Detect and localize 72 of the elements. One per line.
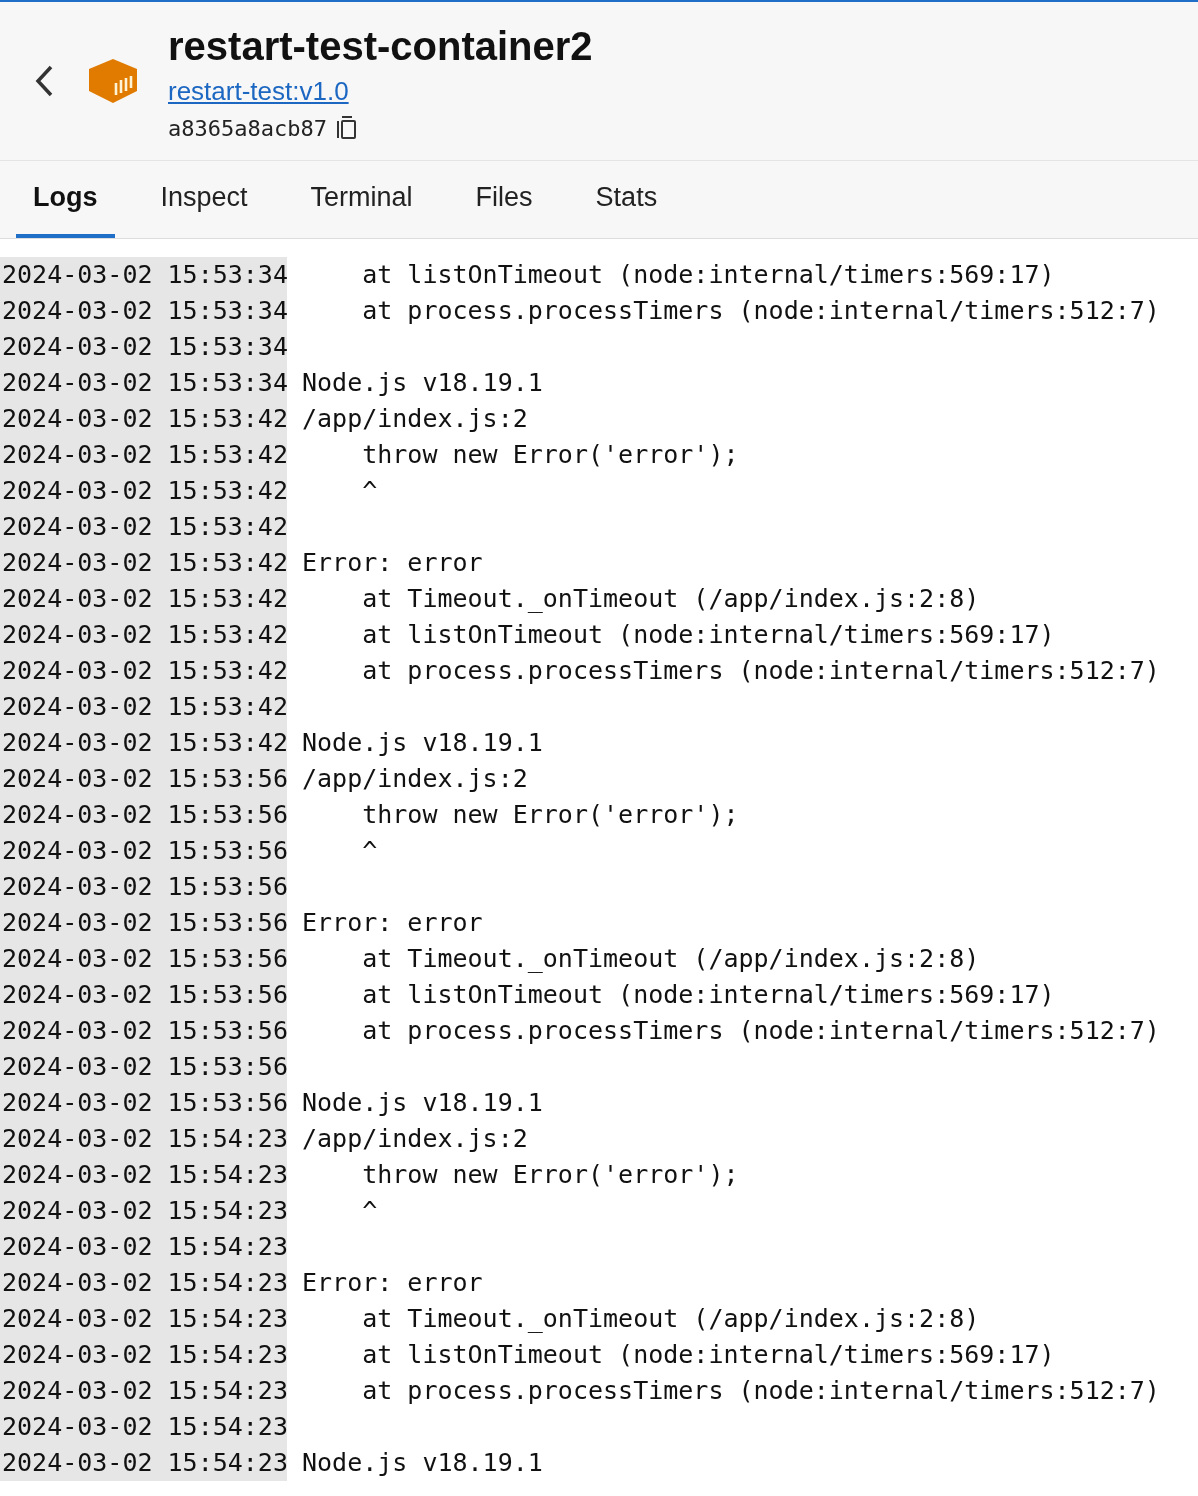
log-message: /app/index.js:2 bbox=[302, 1123, 528, 1155]
log-timestamp: 2024-03-02 15:53:34 bbox=[0, 257, 287, 293]
log-message: at Timeout._onTimeout (/app/index.js:2:8) bbox=[361, 943, 980, 975]
log-timestamp: 2024-03-02 15:53:42 bbox=[0, 653, 287, 689]
log-message: throw new Error('error'); bbox=[361, 1159, 739, 1191]
log-message: at process.processTimers (node:internal/timers:512:7) bbox=[361, 1375, 1160, 1407]
log-message: at process.processTimers (node:internal/timers:512:7) bbox=[361, 295, 1160, 327]
log-message: Node.js v18.19.1 bbox=[302, 367, 543, 399]
log-timestamp: 2024-03-02 15:53:56 bbox=[0, 941, 287, 977]
container-icon bbox=[88, 58, 138, 104]
log-message: at Timeout._onTimeout (/app/index.js:2:8) bbox=[361, 583, 980, 615]
log-timestamp: 2024-03-02 15:53:56 bbox=[0, 1049, 287, 1085]
tab[interactable]: Inspect bbox=[143, 161, 265, 238]
log-timestamp: 2024-03-02 15:53:42 bbox=[0, 545, 287, 581]
log-timestamp: 2024-03-02 15:53:42 bbox=[0, 581, 287, 617]
log-message: at Timeout._onTimeout (/app/index.js:2:8) bbox=[361, 1303, 980, 1335]
log-message: ^ bbox=[361, 835, 378, 867]
log-timestamp: 2024-03-02 15:53:42 bbox=[0, 725, 287, 761]
log-timestamp: 2024-03-02 15:53:56 bbox=[0, 1013, 287, 1049]
log-message: throw new Error('error'); bbox=[361, 439, 739, 471]
log-timestamp: 2024-03-02 15:53:56 bbox=[0, 869, 287, 905]
tab[interactable]: Files bbox=[458, 161, 550, 238]
log-message: ^ bbox=[361, 475, 378, 507]
log-timestamp: 2024-03-02 15:53:56 bbox=[0, 977, 287, 1013]
log-timestamp: 2024-03-02 15:53:42 bbox=[0, 437, 287, 473]
log-message: Node.js v18.19.1 bbox=[302, 1087, 543, 1119]
log-timestamp: 2024-03-02 15:54:23 bbox=[0, 1445, 287, 1481]
container-id: a8365a8acb87 bbox=[168, 115, 327, 141]
log-timestamp: 2024-03-02 15:53:56 bbox=[0, 833, 287, 869]
log-timestamp: 2024-03-02 15:53:34 bbox=[0, 365, 287, 401]
log-message: ^ bbox=[361, 1195, 378, 1227]
log-timestamp: 2024-03-02 15:54:23 bbox=[0, 1193, 287, 1229]
log-message: throw new Error('error'); bbox=[361, 799, 739, 831]
log-timestamp: 2024-03-02 15:54:23 bbox=[0, 1121, 287, 1157]
log-message: Error: error bbox=[302, 547, 483, 579]
log-message: at listOnTimeout (node:internal/timers:569:17) bbox=[361, 259, 1055, 291]
log-timestamp: 2024-03-02 15:54:23 bbox=[0, 1265, 287, 1301]
copy-icon[interactable] bbox=[336, 116, 357, 140]
log-message: Node.js v18.19.1 bbox=[302, 1447, 543, 1479]
log-message: at listOnTimeout (node:internal/timers:569:17) bbox=[361, 619, 1055, 651]
log-timestamp: 2024-03-02 15:54:23 bbox=[0, 1337, 287, 1373]
back-icon[interactable] bbox=[34, 64, 54, 98]
log-message: at process.processTimers (node:internal/timers:512:7) bbox=[361, 655, 1160, 687]
log-message: /app/index.js:2 bbox=[302, 403, 528, 435]
log-timestamp: 2024-03-02 15:53:34 bbox=[0, 293, 287, 329]
log-timestamp: 2024-03-02 15:54:23 bbox=[0, 1301, 287, 1337]
log-message: at process.processTimers (node:internal/timers:512:7) bbox=[361, 1015, 1160, 1047]
log-message: at listOnTimeout (node:internal/timers:569:17) bbox=[361, 979, 1055, 1011]
tab[interactable]: Stats bbox=[578, 161, 675, 238]
image-link[interactable]: restart-test:v1.0 bbox=[168, 69, 349, 112]
log-timestamp: 2024-03-02 15:54:23 bbox=[0, 1157, 287, 1193]
log-message: Error: error bbox=[302, 1267, 483, 1299]
tab[interactable]: Terminal bbox=[293, 161, 430, 238]
log-timestamp: 2024-03-02 15:53:42 bbox=[0, 509, 287, 545]
log-timestamp: 2024-03-02 15:53:42 bbox=[0, 689, 287, 725]
log-message: Error: error bbox=[302, 907, 483, 939]
log-timestamp: 2024-03-02 15:53:56 bbox=[0, 1085, 287, 1121]
container-title: restart-test-container2 bbox=[168, 22, 593, 70]
log-message: /app/index.js:2 bbox=[302, 763, 528, 795]
log-timestamp: 2024-03-02 15:53:56 bbox=[0, 761, 287, 797]
log-message: at listOnTimeout (node:internal/timers:569:17) bbox=[361, 1339, 1055, 1371]
log-timestamp: 2024-03-02 15:53:42 bbox=[0, 617, 287, 653]
log-timestamp: 2024-03-02 15:54:23 bbox=[0, 1229, 287, 1265]
log-timestamp: 2024-03-02 15:54:23 bbox=[0, 1409, 287, 1445]
log-timestamp: 2024-03-02 15:54:23 bbox=[0, 1373, 287, 1409]
log-timestamp: 2024-03-02 15:53:42 bbox=[0, 401, 287, 437]
log-timestamp: 2024-03-02 15:53:56 bbox=[0, 905, 287, 941]
tab[interactable]: Logs bbox=[16, 161, 115, 238]
log-timestamp: 2024-03-02 15:53:34 bbox=[0, 329, 287, 365]
log-timestamp: 2024-03-02 15:53:56 bbox=[0, 797, 287, 833]
log-timestamp: 2024-03-02 15:53:42 bbox=[0, 473, 287, 509]
log-message: Node.js v18.19.1 bbox=[302, 727, 543, 759]
